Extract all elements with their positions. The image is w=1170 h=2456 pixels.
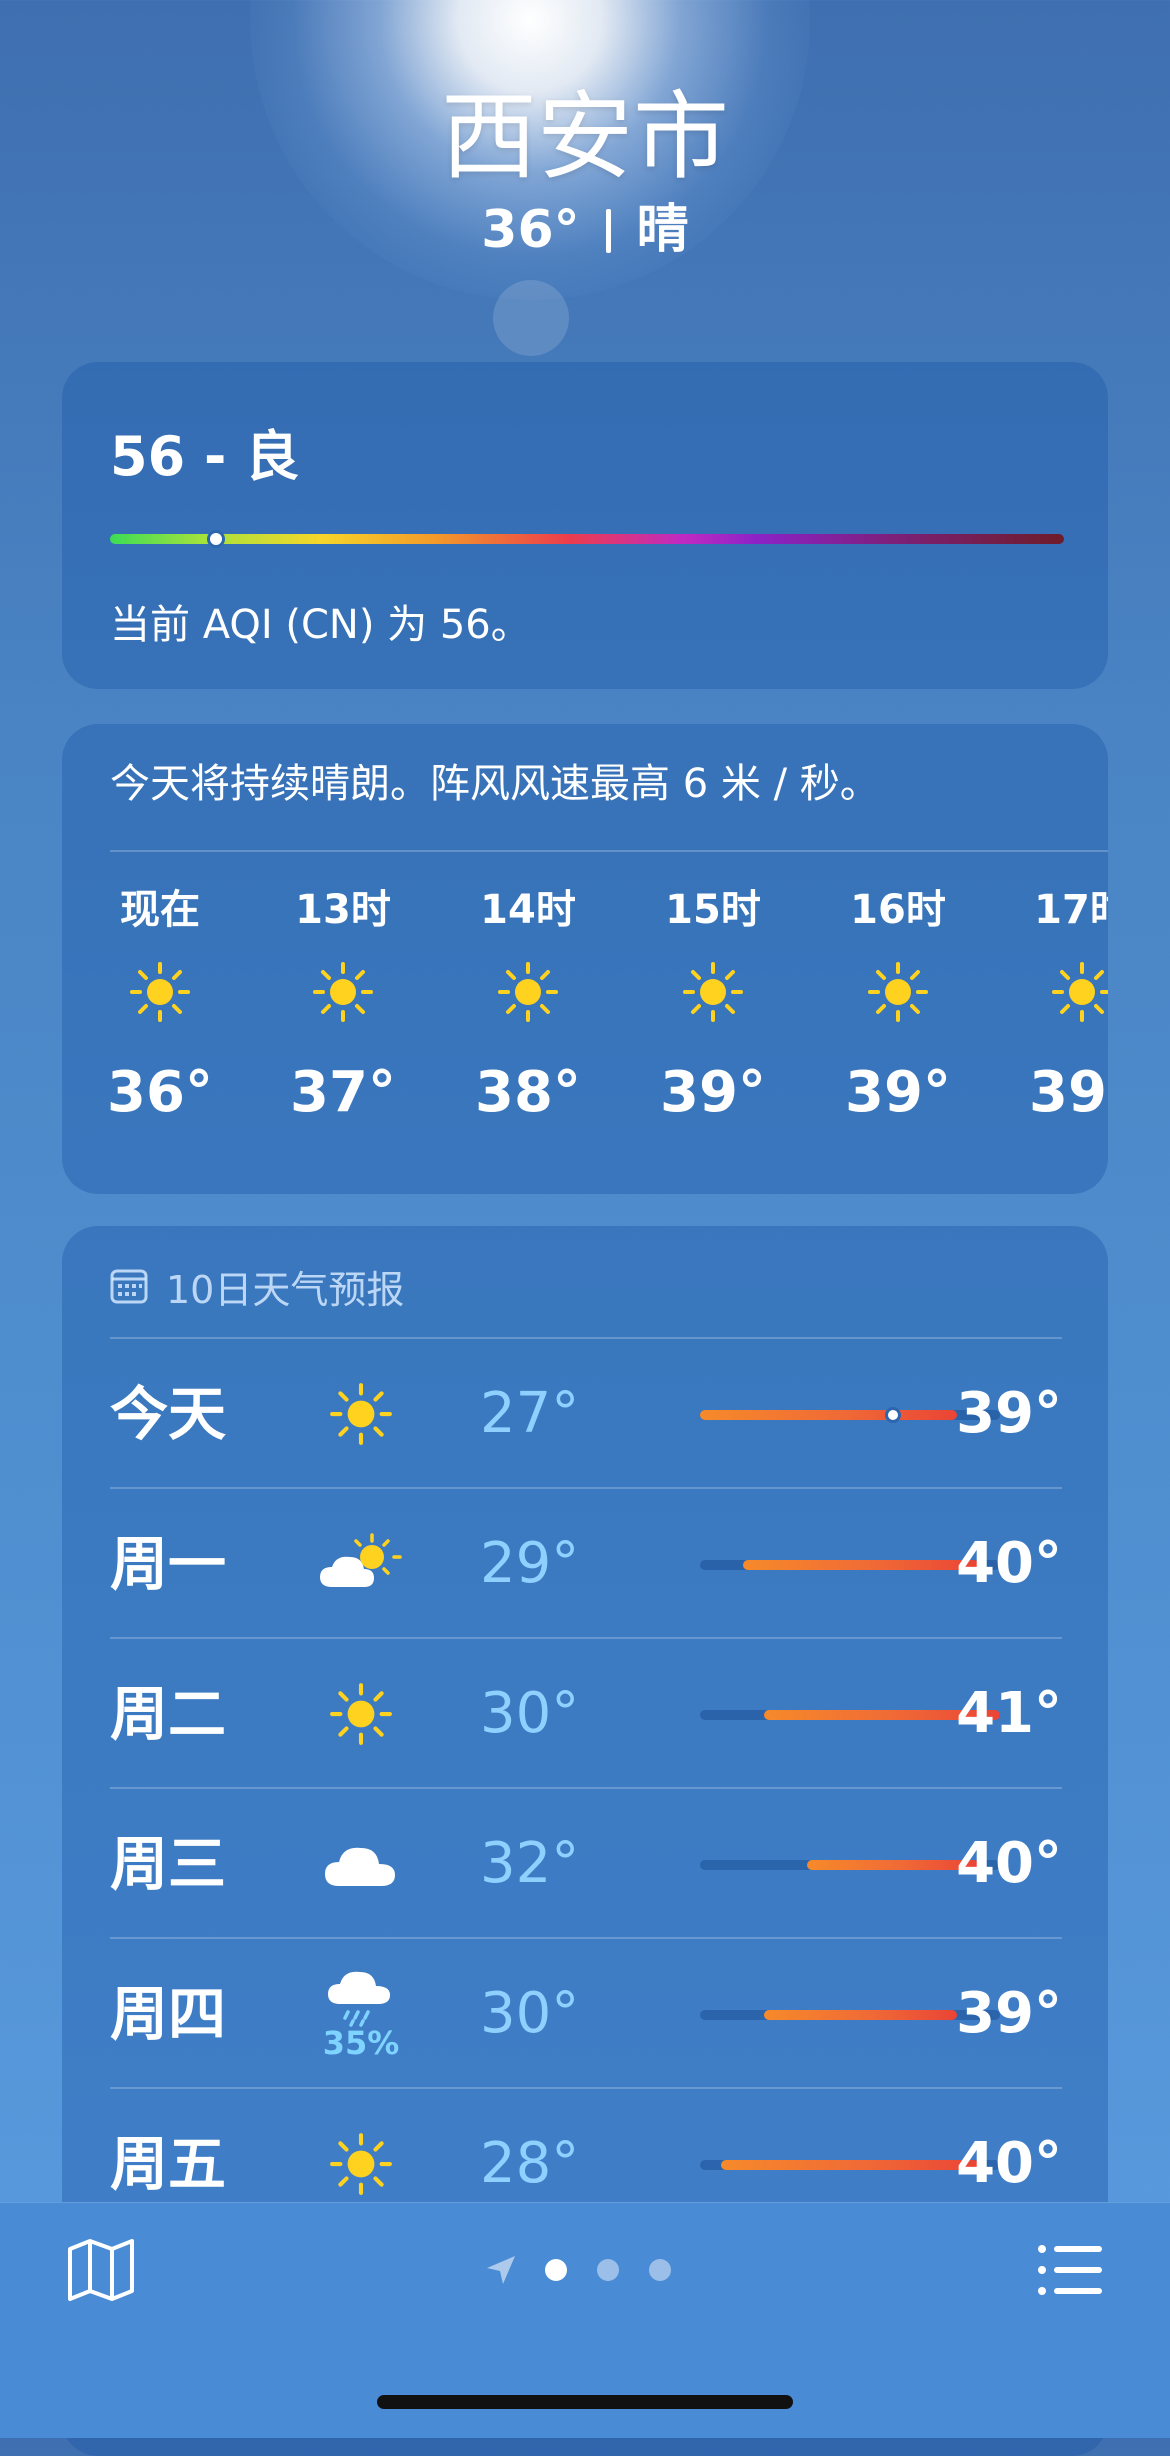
day-name: 今天: [110, 1380, 227, 1448]
current-conditions: 36° 晴: [0, 198, 1170, 262]
aqi-value: 56 - 良: [110, 425, 300, 488]
hourly-forecast-card[interactable]: 今天将持续晴朗。阵风风速最高 6 米 / 秒。 现在 36° 13时 37° 1…: [62, 724, 1108, 1194]
temperature-range-fill: [764, 2010, 958, 2020]
hour-temperature: 37°: [290, 1060, 396, 1125]
separator: [605, 209, 611, 253]
temperature-range-bar: [700, 1860, 1000, 1870]
temperature-range-fill: [742, 1560, 979, 1570]
calendar-icon: [110, 1269, 148, 1304]
aqi-scale-bar: [110, 530, 1064, 548]
current-temperature-marker: [884, 1407, 901, 1423]
temperature-range-bar: [700, 2160, 1000, 2170]
precipitation-chance: 35%: [322, 2024, 400, 2062]
temperature-range-bar: [700, 1407, 1000, 1423]
temperature-range-fill: [700, 1410, 958, 1420]
high-temperature: 40°: [956, 1531, 1062, 1596]
low-temperature: 30°: [480, 1981, 580, 2046]
hour-item: 15时 39°: [648, 882, 778, 1125]
sun-icon: [278, 960, 408, 1024]
hour-temperature: 38°: [475, 1060, 581, 1125]
hour-temperature: 39°: [660, 1060, 766, 1125]
list-icon: [1038, 2245, 1102, 2295]
hour-temperature: 36°: [107, 1060, 213, 1125]
city-list-button[interactable]: [1034, 2237, 1104, 2303]
hour-label: 13时: [295, 887, 391, 933]
day-name: 周三: [110, 1830, 227, 1898]
city-name: 西安市: [441, 81, 729, 193]
temperature-range-fill: [721, 2160, 979, 2170]
page-dot[interactable]: [597, 2259, 619, 2281]
lens-flare: [493, 280, 569, 356]
sun-icon: [306, 1639, 416, 1789]
hour-label: 现在: [120, 887, 200, 933]
high-temperature: 39°: [956, 1381, 1062, 1446]
daily-title: 10日天气预报: [166, 1267, 405, 1312]
sun-icon: [306, 1339, 416, 1489]
sun-icon: [833, 960, 963, 1024]
sun-icon: [463, 960, 593, 1024]
hour-item: 13时 37°: [278, 882, 408, 1125]
hour-item: 17时 39°: [1017, 882, 1108, 1125]
hour-label: 17时: [1034, 887, 1108, 933]
page-indicator[interactable]: [485, 2245, 701, 2295]
sun-icon: [95, 960, 225, 1024]
day-name: 周四: [110, 1980, 227, 2048]
high-temperature: 40°: [956, 1831, 1062, 1896]
air-quality-card[interactable]: 56 - 良 当前 AQI (CN) 为 56。: [62, 362, 1108, 689]
current-temperature: 36°: [481, 200, 580, 260]
sun-icon: [648, 960, 778, 1024]
high-temperature: 41°: [956, 1681, 1062, 1746]
day-row[interactable]: 周三 32° 40°: [110, 1787, 1062, 1939]
map-button[interactable]: [66, 2237, 136, 2303]
hourly-summary: 今天将持续晴朗。阵风风速最高 6 米 / 秒。: [110, 761, 880, 807]
home-indicator: [377, 2395, 793, 2409]
day-row[interactable]: 周一 29° 40°: [110, 1487, 1062, 1639]
day-name: 周二: [110, 1680, 227, 1748]
cloud-icon: [306, 1789, 416, 1939]
hour-label: 15时: [665, 887, 761, 933]
low-temperature: 29°: [480, 1531, 580, 1596]
aqi-indicator: [206, 530, 225, 548]
temperature-range-bar: [700, 2010, 1000, 2020]
page-dot[interactable]: [649, 2259, 671, 2281]
hour-item: 16时 39°: [833, 882, 963, 1125]
day-row[interactable]: 今天 27° 39°: [110, 1337, 1062, 1489]
hour-item: 14时 38°: [463, 882, 593, 1125]
hour-item: 现在 36°: [95, 882, 225, 1125]
location-header: 西安市 36° 晴: [0, 82, 1170, 262]
day-name: 周一: [110, 1530, 227, 1598]
low-temperature: 32°: [480, 1831, 580, 1896]
hour-label: 16时: [850, 887, 946, 933]
current-condition: 晴: [636, 200, 689, 260]
hour-temperature: 39°: [1029, 1060, 1108, 1125]
map-icon: [68, 2239, 134, 2301]
partly-cloudy-icon: [306, 1489, 416, 1639]
sun-icon: [1017, 960, 1108, 1024]
temperature-range-bar: [700, 1710, 1000, 1720]
low-temperature: 30°: [480, 1681, 580, 1746]
aqi-description: 当前 AQI (CN) 为 56。: [110, 602, 531, 648]
rain-cloud-icon: 35%: [306, 1939, 416, 2089]
page-dot[interactable]: [545, 2259, 567, 2281]
bottom-toolbar: [0, 2202, 1170, 2438]
temperature-range-bar: [700, 1560, 1000, 1570]
day-row[interactable]: 周二 30° 41°: [110, 1637, 1062, 1789]
daily-header: 10日天气预报: [110, 1258, 404, 1314]
hour-temperature: 39°: [845, 1060, 951, 1125]
low-temperature: 27°: [480, 1381, 580, 1446]
temperature-range-fill: [807, 1860, 979, 1870]
day-row[interactable]: 周四 35% 30° 39°: [110, 1937, 1062, 2089]
divider: [110, 850, 1108, 852]
hour-label: 14时: [480, 887, 576, 933]
high-temperature: 39°: [956, 1981, 1062, 2046]
location-arrow-icon: [487, 2256, 515, 2284]
